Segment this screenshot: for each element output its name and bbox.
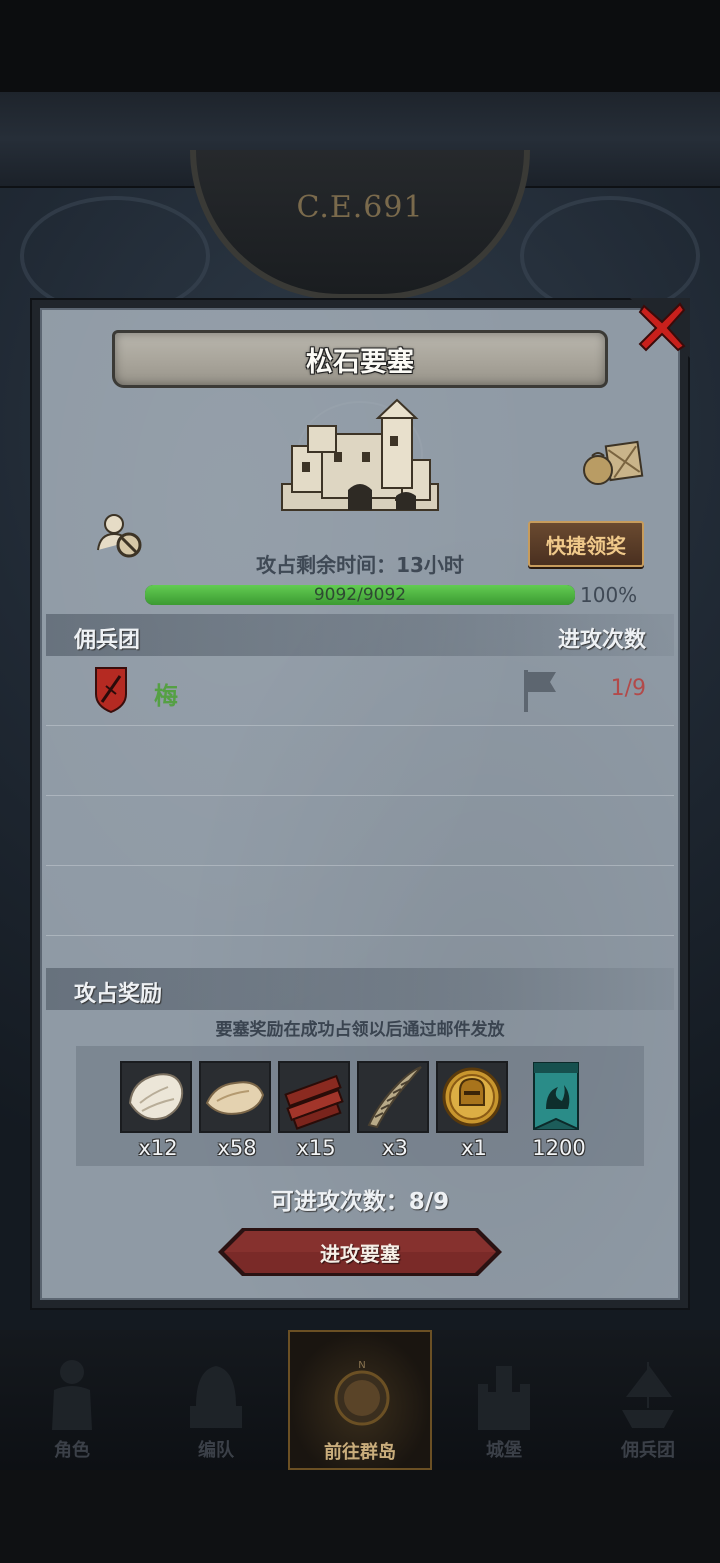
empty-guild-row	[46, 726, 674, 796]
helmet-squad-icon	[190, 1366, 242, 1428]
fortress-hp-percent: 100%	[580, 583, 638, 607]
nav-label: 编队	[198, 1440, 234, 1461]
nav-label: 前往群岛	[324, 1442, 396, 1463]
red-sword-shield-icon	[94, 666, 128, 714]
fortress-hp-value: 9092/9092	[313, 585, 407, 605]
reward-count: x15	[296, 1136, 336, 1160]
teal-banner-icon[interactable]	[520, 1061, 594, 1133]
nav-label: 角色	[54, 1440, 90, 1461]
guild-name: 梅	[154, 682, 178, 710]
title-banner: 松石要塞	[112, 330, 608, 388]
reward-note: 要塞奖励在成功占领以后通过邮件发放	[215, 1020, 505, 1040]
castle-icon	[478, 1366, 530, 1430]
fortress-castle-icon	[278, 396, 442, 516]
nav-tab-islands[interactable]: N 前往群岛	[288, 1330, 432, 1470]
empty-guild-row	[46, 796, 674, 866]
attack-button-label: 进攻要塞	[320, 1241, 400, 1266]
nav-tab-role[interactable]: 角色	[0, 1330, 144, 1470]
attack-fortress-button[interactable]: 进攻要塞	[216, 1226, 504, 1278]
fortress-title: 松石要塞	[306, 346, 414, 378]
attacks-column-label: 进攻次数	[557, 628, 646, 653]
reward-count: x1	[461, 1136, 487, 1160]
bottom-navigation: 角色 编队 N 前往群岛 城堡 佣兵团	[0, 1330, 720, 1470]
reward-section-header: 攻占奖励	[46, 968, 674, 1010]
tan-fur-pelt-icon[interactable]	[199, 1061, 271, 1133]
reward-count: x58	[217, 1136, 257, 1160]
bottom-system-bar	[0, 1470, 720, 1563]
status-bar-area	[0, 0, 720, 92]
nav-tab-mercenary[interactable]: 佣兵团	[576, 1330, 720, 1470]
gold-knight-helmet-coin-icon[interactable]	[436, 1061, 508, 1133]
remaining-time-text: 攻占剩余时间：13小时	[256, 553, 464, 577]
attacks-remaining-text: 可进攻次数：8/9	[270, 1189, 450, 1215]
guild-row[interactable]: 梅 1/9	[46, 656, 674, 726]
white-fur-pelt-icon[interactable]	[120, 1061, 192, 1133]
nav-label: 佣兵团	[621, 1440, 675, 1461]
reward-count: x3	[382, 1136, 408, 1160]
reward-count: x12	[138, 1136, 178, 1160]
guild-section-header: 佣兵团 进攻次数	[46, 614, 674, 656]
era-label: C.E.691	[296, 190, 424, 225]
nav-tab-formation[interactable]: 编队	[144, 1330, 288, 1470]
supply-sack-crate-icon[interactable]	[582, 438, 644, 486]
guild-attack-count: 1/9	[610, 676, 646, 701]
empty-guild-row	[46, 866, 674, 936]
compass-globe-icon: N	[334, 1360, 390, 1426]
svg-text:N: N	[358, 1360, 365, 1371]
nav-tab-castle[interactable]: 城堡	[432, 1330, 576, 1470]
twisted-horn-icon[interactable]	[357, 1061, 429, 1133]
reward-count: 1200	[532, 1136, 586, 1160]
gray-flag-icon	[520, 668, 560, 714]
close-x-icon	[638, 302, 686, 352]
reward-section-label: 攻占奖励	[74, 982, 163, 1007]
close-button[interactable]	[638, 300, 686, 352]
red-wood-planks-icon[interactable]	[278, 1061, 350, 1133]
ship-icon	[622, 1362, 674, 1428]
guild-column-label: 佣兵团	[74, 628, 141, 653]
knight-armor-icon	[52, 1360, 92, 1430]
nav-label: 城堡	[486, 1440, 522, 1461]
fortress-hp-bar: 9092/9092	[145, 585, 575, 605]
